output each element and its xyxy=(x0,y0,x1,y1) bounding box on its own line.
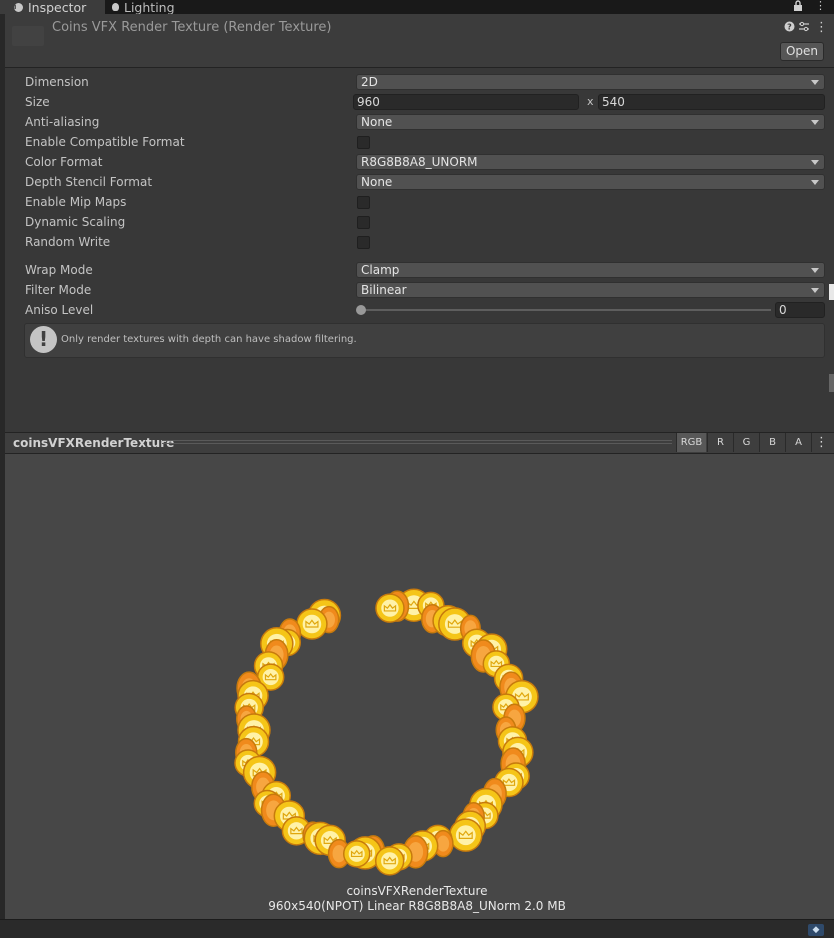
enable-mip-maps-label: Enable Mip Maps xyxy=(25,195,127,209)
open-button[interactable]: Open xyxy=(780,42,824,61)
depth-stencil-format-label: Depth Stencil Format xyxy=(25,175,153,189)
help-icon[interactable]: ? xyxy=(783,21,795,35)
channel-rgb-button[interactable]: RGB xyxy=(676,433,706,452)
lightbulb-icon xyxy=(112,3,119,11)
right-edge-marker xyxy=(829,374,834,392)
enable-mip-maps-checkbox[interactable] xyxy=(357,196,370,209)
tab-more-icon[interactable]: ⋮ xyxy=(815,0,826,12)
preview-drag-grip[interactable] xyxy=(162,440,672,441)
anti-aliasing-value: None xyxy=(361,115,393,129)
anti-aliasing-label: Anti-aliasing xyxy=(25,115,100,129)
warning-info-icon: ! xyxy=(30,326,57,353)
dimension-label: Dimension xyxy=(25,75,89,89)
preview-drag-grip[interactable] xyxy=(162,443,672,444)
tab-lighting[interactable]: Lighting xyxy=(108,0,198,15)
enable-compatible-format-label: Enable Compatible Format xyxy=(25,135,185,149)
chevron-down-icon xyxy=(811,268,819,273)
tab-lighting-label: Lighting xyxy=(124,0,175,15)
filter-mode-label: Filter Mode xyxy=(25,283,92,297)
channel-r-button[interactable]: R xyxy=(707,433,733,452)
dynamic-scaling-label: Dynamic Scaling xyxy=(25,215,126,229)
channel-a-button[interactable]: A xyxy=(785,433,811,452)
coin-graphic xyxy=(342,840,371,868)
random-write-label: Random Write xyxy=(25,235,111,249)
filter-mode-value: Bilinear xyxy=(361,283,407,297)
chevron-down-icon xyxy=(811,180,819,185)
right-edge-marker xyxy=(829,284,834,300)
dimension-value: 2D xyxy=(361,75,378,89)
channel-b-button[interactable]: B xyxy=(759,433,785,452)
random-write-checkbox[interactable] xyxy=(357,236,370,249)
coin-graphic xyxy=(375,593,405,623)
help-message: Only render textures with depth can have… xyxy=(61,334,357,345)
size-width-field[interactable]: 960 xyxy=(353,94,579,110)
tab-inspector[interactable]: i Inspector xyxy=(0,0,105,15)
color-format-label: Color Format xyxy=(25,155,103,169)
chevron-down-icon xyxy=(811,120,819,125)
preview-title: coinsVFXRenderTexture xyxy=(13,436,175,450)
coin-graphic xyxy=(296,608,328,640)
tab-inspector-label: Inspector xyxy=(28,0,87,15)
size-separator: x xyxy=(587,95,594,108)
depth-stencil-format-dropdown[interactable]: None xyxy=(356,174,825,190)
anti-aliasing-dropdown[interactable]: None xyxy=(356,114,825,130)
coin-graphic xyxy=(449,818,483,852)
dimension-dropdown[interactable]: 2D xyxy=(356,74,825,90)
asset-title: Coins VFX Render Texture (Render Texture… xyxy=(52,20,332,35)
preview-more-icon[interactable]: ⋮ xyxy=(811,433,831,452)
size-label: Size xyxy=(25,95,50,109)
preview-texture-info: 960x540(NPOT) Linear R8G8B8A8_UNorm 2.0 … xyxy=(268,899,566,913)
chevron-down-icon xyxy=(811,288,819,293)
channel-g-button[interactable]: G xyxy=(733,433,759,452)
chevron-down-icon xyxy=(811,160,819,165)
lock-icon[interactable] xyxy=(793,0,803,12)
coins-ring-preview-image xyxy=(234,588,539,876)
bottom-status-bar xyxy=(0,919,834,938)
preview-texture-name: coinsVFXRenderTexture xyxy=(346,884,488,898)
aniso-level-slider-thumb[interactable] xyxy=(356,305,366,315)
enable-compatible-format-checkbox[interactable] xyxy=(357,136,370,149)
chevron-down-icon xyxy=(811,80,819,85)
settings-sliders-icon[interactable] xyxy=(798,21,810,35)
wrap-mode-value: Clamp xyxy=(361,263,400,277)
color-format-dropdown[interactable]: R8G8B8A8_UNORM xyxy=(356,154,825,170)
aniso-level-slider-track[interactable] xyxy=(361,309,771,311)
info-icon: i xyxy=(14,2,23,12)
coin-graphic xyxy=(374,846,405,876)
aniso-level-field[interactable]: 0 xyxy=(775,302,825,318)
wrap-mode-label: Wrap Mode xyxy=(25,263,93,277)
more-icon[interactable]: ⋮ xyxy=(815,21,828,35)
svg-text:?: ? xyxy=(787,23,792,32)
asset-thumbnail xyxy=(12,26,44,46)
depth-stencil-format-value: None xyxy=(361,175,393,189)
aniso-level-label: Aniso Level xyxy=(25,303,94,317)
color-format-value: R8G8B8A8_UNORM xyxy=(361,155,478,169)
wrap-mode-dropdown[interactable]: Clamp xyxy=(356,262,825,278)
label-tag-icon[interactable]: ◆ xyxy=(808,924,824,936)
size-height-field[interactable]: 540 xyxy=(598,94,825,110)
window-tab-bar: i Inspector Lighting ⋮ xyxy=(0,0,834,15)
dynamic-scaling-checkbox[interactable] xyxy=(357,216,370,229)
filter-mode-dropdown[interactable]: Bilinear xyxy=(356,282,825,298)
